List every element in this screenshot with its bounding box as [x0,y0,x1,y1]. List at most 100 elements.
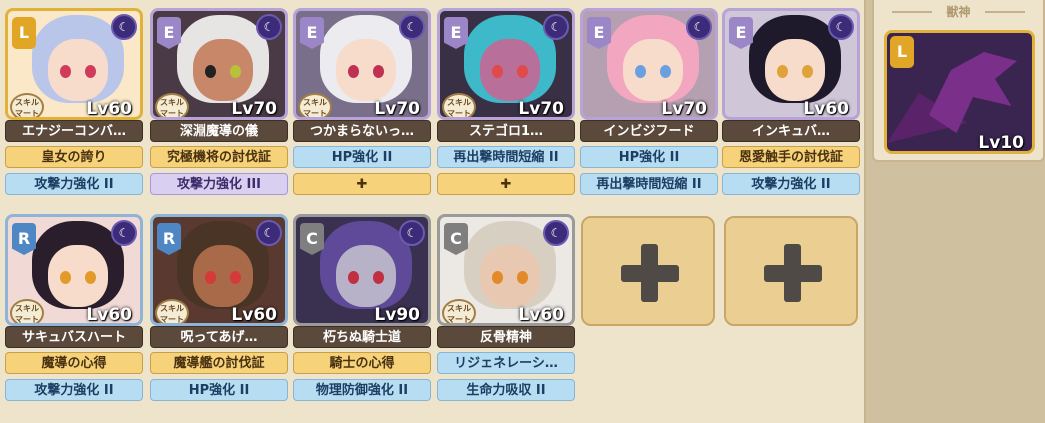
eye [85,271,96,284]
plus-icon [784,244,801,302]
unit-skill-name[interactable]: エナジーコンバ… [5,120,143,142]
unit-skill-name[interactable]: インキュバ… [722,120,860,142]
ability-slot-1[interactable]: 究極機将の討伐証 [150,146,288,168]
eye [517,65,528,78]
face [48,245,108,307]
ability-slot-2[interactable]: 物理防御強化 II [293,379,431,401]
ability-slot-1[interactable]: HP強化 II [293,146,431,168]
unit-level: Lv60 [518,305,564,325]
ability-slot-1[interactable]: 恩愛触手の討伐証 [722,146,860,168]
rank-badge: E [157,17,181,49]
ability-slot-2[interactable]: 再出撃時間短縮 II [580,173,718,195]
ability-slot-1[interactable]: 皇女の誇り [5,146,143,168]
unit-portrait[interactable]: L ☾ スキル マート Lv60 [5,8,143,120]
rank-badge: E [444,17,468,49]
beast-portrait[interactable]: L Lv10 [884,30,1035,154]
element-icon: ☾ [399,14,425,40]
ability-slot-1[interactable]: 魔導艦の討伐証 [150,352,288,374]
eye [205,65,216,78]
unit-level: Lv90 [374,305,420,325]
ability-slot-2[interactable]: 生命力吸収 II [437,379,575,401]
unit-portrait[interactable]: E ☾ スキル マート Lv70 [437,8,575,120]
skill-awaken-icon: スキル マート [10,299,44,323]
eye [60,271,71,284]
ability-slot-2[interactable]: HP強化 II [150,379,288,401]
unit-skill-name[interactable]: 呪ってあげ… [150,326,288,348]
unit-skill-name[interactable]: インビジフード [580,120,718,142]
unit-portrait[interactable]: E ☾ Lv60 [722,8,860,120]
face [336,39,396,101]
eye [635,65,646,78]
unit-skill-name[interactable]: 反骨精神 [437,326,575,348]
unit-portrait[interactable]: C ☾ Lv90 [293,214,431,326]
skill-awaken-icon: スキル マート [155,93,189,117]
plus-icon [641,244,658,302]
skill-awaken-icon: スキル マート [442,299,476,323]
ability-slot-2[interactable]: 攻撃力強化 III [150,173,288,195]
face [48,39,108,101]
unit-portrait[interactable]: R ☾ スキル マート Lv60 [150,214,288,326]
ability-slot-1[interactable]: 魔導の心得 [5,352,143,374]
rank-badge: C [444,223,468,255]
element-icon: ☾ [111,14,137,40]
unit-skill-name[interactable]: つかまらないっ… [293,120,431,142]
unit-level: Lv70 [374,99,420,119]
element-icon: ☾ [111,220,137,246]
face [623,39,683,101]
eye [660,65,671,78]
unit-portrait[interactable]: C ☾ スキル マート Lv60 [437,214,575,326]
rank-badge: R [12,223,36,255]
unit-portrait[interactable]: E ☾ スキル マート Lv70 [150,8,288,120]
unit-skill-name[interactable]: サキュバスハート [5,326,143,348]
ability-slot-2[interactable]: 攻撃力強化 II [5,379,143,401]
rank-badge: L [890,36,914,68]
ability-slot-2[interactable]: 攻撃力強化 II [722,173,860,195]
element-icon: ☾ [256,14,282,40]
element-icon: ☾ [686,14,712,40]
eye [802,65,813,78]
unit-skill-name[interactable]: 朽ちぬ騎士道 [293,326,431,348]
unit-portrait[interactable]: R ☾ スキル マート Lv60 [5,214,143,326]
eye [517,271,528,284]
unit-skill-name[interactable]: 深淵魔導の儀 [150,120,288,142]
face [336,245,396,307]
element-icon: ☾ [399,220,425,246]
add-unit-button[interactable] [581,216,715,326]
face [193,245,253,307]
ability-slot-1[interactable]: HP強化 II [580,146,718,168]
add-unit-button[interactable] [724,216,858,326]
unit-level: Lv60 [231,305,277,325]
party-panel: L ☾ スキル マート Lv60 エナジーコンバ… 皇女の誇り 攻撃力強化 II … [0,0,866,423]
unit-level: Lv70 [231,99,277,119]
eye [230,65,241,78]
eye [60,65,71,78]
face [765,39,825,101]
element-icon: ☾ [828,14,854,40]
unit-level: Lv70 [661,99,707,119]
eye [230,271,241,284]
eye [205,271,216,284]
unit-skill-name[interactable]: ステゴロ1… [437,120,575,142]
beast-title: 獣神 [874,3,1043,20]
rank-badge: C [300,223,324,255]
rank-badge: E [729,17,753,49]
add-ability-button[interactable]: ✚ [293,173,431,195]
eye [492,65,503,78]
unit-level: Lv70 [518,99,564,119]
eye [348,271,359,284]
rank-badge: E [300,17,324,49]
unit-level: Lv60 [86,99,132,119]
unit-portrait[interactable]: E ☾ スキル マート Lv70 [293,8,431,120]
ability-slot-1[interactable]: 再出撃時間短縮 II [437,146,575,168]
ability-slot-1[interactable]: リジェネレーシ… [437,352,575,374]
add-ability-button[interactable]: ✚ [437,173,575,195]
skill-awaken-icon: スキル マート [10,93,44,117]
unit-portrait[interactable]: E ☾ Lv70 [580,8,718,120]
ability-slot-2[interactable]: 攻撃力強化 II [5,173,143,195]
rank-badge: L [12,17,36,49]
ability-slot-1[interactable]: 騎士の心得 [293,352,431,374]
eye [348,65,359,78]
face [193,39,253,101]
rank-badge: E [587,17,611,49]
rank-badge: R [157,223,181,255]
